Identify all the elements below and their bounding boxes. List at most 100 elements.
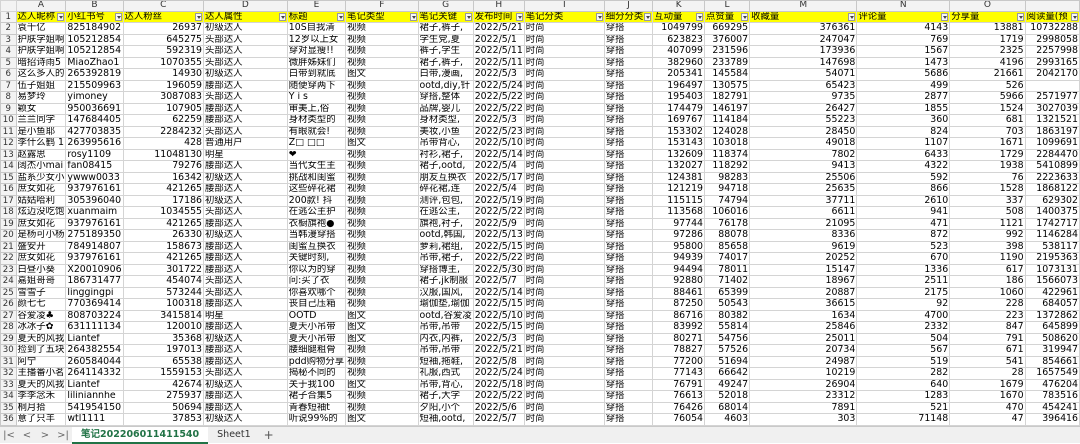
table-cell[interactable]: 时尚 [523, 137, 605, 150]
table-cell[interactable]: 2511 [856, 275, 951, 288]
table-cell[interactable]: 视频 [345, 33, 419, 47]
table-cell[interactable]: 2022/5/3 [472, 332, 525, 346]
table-cell[interactable]: 4700 [856, 309, 951, 323]
prev-sheet-button[interactable]: < [18, 430, 36, 441]
table-cell[interactable]: 1855 [856, 102, 951, 116]
table-cell[interactable]: 567 [856, 344, 951, 357]
table-cell[interactable]: 124028 [704, 125, 751, 139]
table-cell[interactable]: 37711 [749, 194, 858, 208]
next-sheet-button[interactable]: > [36, 430, 54, 441]
table-cell[interactable]: 52018 [704, 390, 751, 403]
table-cell[interactable]: 376007 [704, 33, 751, 47]
table-cell[interactable]: 视频 [345, 183, 419, 196]
column-header-M[interactable]: M [749, 0, 858, 12]
table-cell[interactable]: 80382 [704, 309, 751, 323]
table-cell[interactable]: 80271 [652, 332, 706, 346]
table-cell[interactable]: 573244 [122, 286, 205, 300]
table-cell[interactable]: 16342 [122, 171, 205, 185]
table-cell[interactable]: 14930 [122, 68, 205, 81]
table-cell[interactable]: 2022/5/21 [472, 22, 525, 35]
table-cell[interactable]: X20010906 [65, 263, 124, 277]
table-cell[interactable]: 2332 [856, 321, 951, 334]
table-cell[interactable]: 247047 [749, 33, 858, 47]
column-header-B[interactable]: B [65, 0, 124, 12]
table-cell[interactable]: 护肤学姐啊 [15, 33, 67, 47]
table-cell[interactable]: 941 [856, 206, 951, 219]
table-cell[interactable]: 头部达人 [203, 56, 288, 70]
table-cell[interactable]: 1372862 [1024, 309, 1080, 323]
table-cell[interactable]: 25846 [749, 321, 858, 334]
table-cell[interactable]: 2022/5/22 [472, 206, 525, 219]
filter-dropdown-icon[interactable] [1071, 12, 1078, 21]
column-header-J[interactable]: J [603, 0, 654, 12]
table-cell[interactable]: 421265 [122, 217, 205, 231]
table-cell[interactable]: 275937 [122, 390, 205, 403]
table-cell[interactable]: 阿宁 [15, 355, 67, 369]
table-cell[interactable]: 526 [949, 79, 1026, 93]
table-cell[interactable]: 18967 [749, 275, 858, 288]
table-cell[interactable]: 196497 [652, 79, 706, 93]
table-cell[interactable]: 内衣,内裤, [417, 332, 474, 346]
table-cell[interactable]: 时尚 [523, 413, 605, 426]
table-cell[interactable]: 2610 [856, 194, 951, 208]
table-cell[interactable]: 图文 [345, 332, 419, 346]
table-cell[interactable]: 意了只羊 [15, 413, 67, 426]
table-cell[interactable]: 504 [856, 332, 951, 346]
table-cell[interactable]: 视频 [345, 171, 419, 185]
table-cell[interactable]: 时尚 [523, 401, 605, 415]
column-header-L[interactable]: L [704, 0, 751, 12]
table-cell[interactable]: 499 [856, 79, 951, 93]
row-number[interactable]: 22 [0, 252, 17, 265]
table-cell[interactable]: 这么多人的 [15, 68, 67, 81]
table-cell[interactable]: 品牌,婴儿 [417, 102, 474, 116]
table-cell[interactable]: 476204 [1024, 378, 1080, 392]
table-cell[interactable]: 523 [856, 240, 951, 254]
table-cell[interactable]: 950036691 [65, 102, 124, 116]
table-cell[interactable]: 视频 [345, 56, 419, 70]
table-cell[interactable]: 55814 [704, 321, 751, 334]
table-cell[interactable]: Liantef [65, 378, 124, 392]
filter-dropdown-icon[interactable] [848, 12, 856, 21]
table-cell[interactable]: ootd,韩国, [417, 229, 474, 242]
table-cell[interactable]: 桐月拾 [15, 401, 67, 415]
filter-dropdown-icon[interactable] [1016, 12, 1024, 21]
table-cell[interactable]: 穿搭 [603, 114, 654, 127]
table-cell[interactable]: 7802 [749, 148, 858, 162]
table-cell[interactable]: 视频 [345, 125, 419, 139]
table-cell[interactable]: 196059 [122, 79, 205, 93]
table-cell[interactable]: 2877 [856, 91, 951, 104]
table-cell[interactable]: 684057 [1024, 298, 1080, 311]
table-cell[interactable]: 汉服,国风, [417, 286, 474, 300]
table-cell[interactable]: 穿搭 [603, 263, 654, 277]
table-cell[interactable]: 1742717 [1024, 217, 1080, 231]
table-cell[interactable]: 2022/5/22 [472, 102, 525, 116]
table-cell[interactable]: 2022/5/11 [472, 56, 525, 70]
row-number[interactable]: 20 [0, 229, 17, 242]
table-cell[interactable]: 白带到就底 [286, 68, 347, 81]
table-cell[interactable]: 炫迈没吃饱 [15, 206, 67, 219]
table-cell[interactable]: 头部达人 [203, 33, 288, 47]
table-cell[interactable]: 穿搭 [603, 413, 654, 426]
table-cell[interactable]: 易梦玲 [15, 91, 67, 104]
table-cell[interactable]: 471 [856, 217, 951, 231]
table-cell[interactable]: Y i s [286, 91, 347, 104]
row-number[interactable]: 21 [0, 240, 17, 254]
table-cell[interactable]: 6611 [749, 206, 858, 219]
table-cell[interactable]: 37853 [122, 413, 205, 426]
table-cell[interactable]: Liantef [65, 332, 124, 346]
table-cell[interactable]: 视频 [345, 102, 419, 116]
table-cell[interactable]: 86716 [652, 309, 706, 323]
table-cell[interactable]: 186 [949, 275, 1026, 288]
table-cell[interactable]: 76 [949, 171, 1026, 185]
table-cell[interactable]: 1034555 [122, 206, 205, 219]
table-cell[interactable]: 12岁以上女 [286, 33, 347, 47]
table-cell[interactable]: 623823 [652, 33, 706, 47]
row-number[interactable]: 8 [0, 91, 17, 104]
table-cell[interactable]: 49018 [749, 137, 858, 150]
row-number[interactable]: 24 [0, 275, 17, 288]
table-cell[interactable]: 770369414 [65, 298, 124, 311]
table-cell[interactable]: 视频 [345, 206, 419, 219]
table-cell[interactable]: 105212854 [65, 33, 124, 47]
table-cell[interactable]: 120010 [122, 321, 205, 334]
table-cell[interactable]: 图文 [345, 378, 419, 392]
